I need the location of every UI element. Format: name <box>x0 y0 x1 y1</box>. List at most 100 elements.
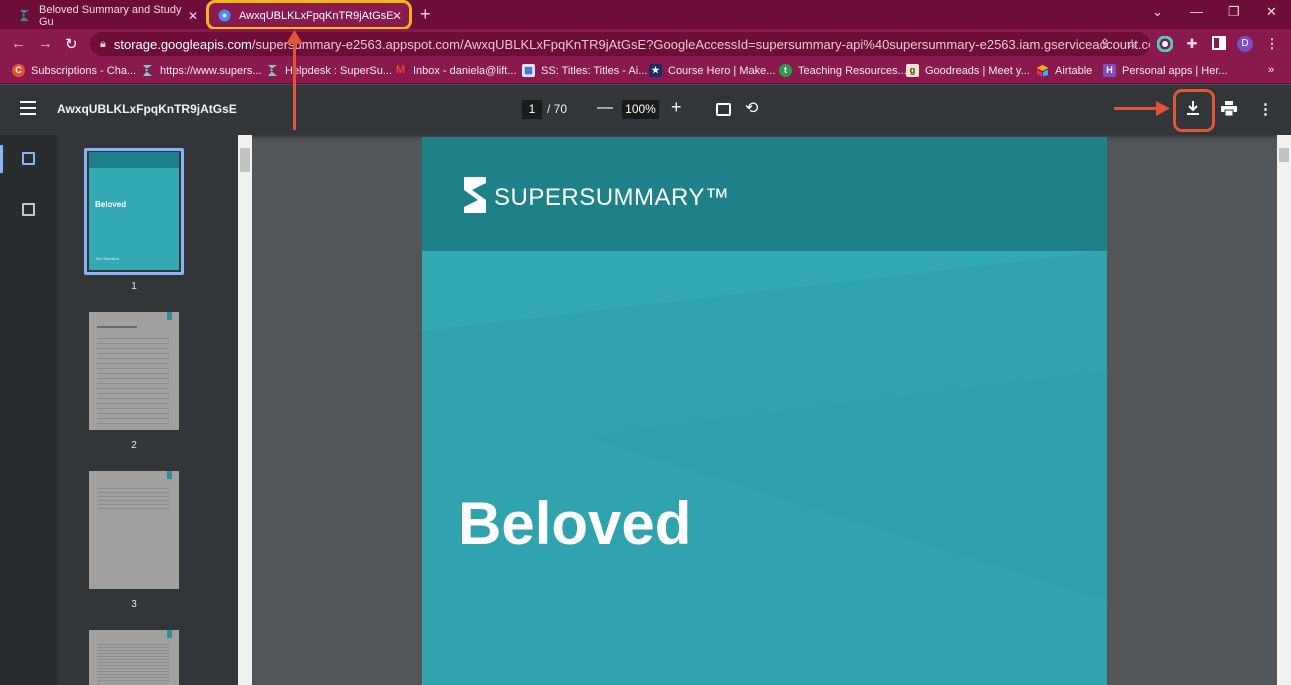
zoom-in-icon[interactable]: + <box>671 97 682 118</box>
forward-icon[interactable]: → <box>38 35 53 52</box>
address-bar[interactable]: 🔒︎ storage.googleapis.com/supersummary-e… <box>90 32 1150 56</box>
new-tab-button[interactable]: + <box>420 4 431 25</box>
pdf-page-cover: SUPERSUMMARY™ Beloved <box>422 137 1107 685</box>
tab-title: AwxqUBLKLxFpqKnTR9jAtGsE <box>239 9 394 22</box>
tab-title: Beloved Summary and Study Gu <box>39 3 182 28</box>
outline-view-icon[interactable] <box>22 203 35 216</box>
heroku-icon: H <box>1103 64 1116 77</box>
thumbnail-page-number: 1 <box>131 281 137 292</box>
thumbnail-page-2[interactable] <box>89 312 179 430</box>
print-icon[interactable] <box>1221 101 1237 119</box>
book-title: Beloved <box>458 490 692 557</box>
thumbnail-page-3[interactable] <box>89 471 179 589</box>
bookmarks-overflow-button[interactable]: » <box>1268 64 1274 76</box>
sidebar-rail <box>0 135 58 685</box>
lock-icon: 🔒︎ <box>100 37 106 50</box>
bookmark-label: SS: Titles: Titles - Ai... <box>541 64 648 77</box>
tab-beloved-summary[interactable]: Beloved Summary and Study Gu ✕ <box>8 2 206 29</box>
url-host: storage.googleapis.com <box>113 36 252 52</box>
thumbnail-cover: Beloved Toni Morrison <box>89 152 179 270</box>
more-options-icon[interactable]: ⋮ <box>1258 100 1273 118</box>
profile-avatar[interactable]: D <box>1237 36 1253 52</box>
tab-strip: Beloved Summary and Study Gu ✕ AwxqUBLKL… <box>0 0 1291 30</box>
tab-pdf-active[interactable]: AwxqUBLKLxFpqKnTR9jAtGsE ✕ <box>208 2 410 29</box>
supersummary-logo-icon <box>464 177 486 213</box>
pdf-toolbar: AwxqUBLKLxFpqKnTR9jAtGsE 1 / 70 — 100% +… <box>0 85 1291 135</box>
airtable-base-icon: ▦ <box>522 64 535 77</box>
page-number-input[interactable]: 1 <box>522 100 542 119</box>
rotate-icon[interactable]: ⟲ <box>745 98 758 118</box>
bookmark-label: Helpdesk : SuperSu... <box>285 64 393 77</box>
thumbnail-page <box>89 471 179 589</box>
bookmark-label: Inbox - daniela@lift... <box>413 64 517 77</box>
bookmarks-bar: C Subscriptions - Cha... https://www.sup… <box>0 59 1291 84</box>
bookmark-personal-apps[interactable]: H Personal apps | Her... <box>1103 64 1228 77</box>
thumbnail-scrollbar-thumb[interactable] <box>240 148 250 172</box>
pdf-favicon-icon <box>218 9 231 22</box>
supersummary-favicon-icon <box>266 64 279 77</box>
page-total: / 70 <box>547 102 568 116</box>
thumbnail-book-title: Beloved <box>95 200 127 209</box>
bookmark-goodreads[interactable]: g Goodreads | Meet y... <box>906 64 1030 77</box>
document-scrollbar[interactable] <box>1277 135 1291 685</box>
url-path: /supersummary-e2563.appspot.com/AwxqUBLK… <box>251 36 1150 52</box>
bookmark-subscriptions[interactable]: C Subscriptions - Cha... <box>12 64 136 77</box>
goodreads-icon: g <box>906 64 919 77</box>
cover-background-shapes <box>422 251 1107 685</box>
share-icon[interactable]: ⇪ <box>1097 36 1113 52</box>
hamburger-menu-icon[interactable] <box>20 101 36 115</box>
download-icon[interactable] <box>1186 100 1200 120</box>
supersummary-favicon-icon <box>141 64 154 77</box>
bookmark-label: Teaching Resources... <box>798 64 907 77</box>
gmail-icon: M <box>395 64 406 76</box>
pdf-title: AwxqUBLKLxFpqKnTR9jAtGsE <box>57 102 237 116</box>
course-hero-icon: ★ <box>649 64 662 77</box>
supersummary-favicon-icon <box>18 9 31 22</box>
zoom-level-input[interactable]: 100% <box>622 100 659 119</box>
bookmark-label: Personal apps | Her... <box>1122 64 1228 77</box>
bookmark-label: Course Hero | Make... <box>668 64 776 77</box>
bookmark-airtable[interactable]: Airtable <box>1036 64 1092 77</box>
minimize-icon[interactable]: — <box>1190 4 1203 19</box>
thumbnail-page <box>89 630 179 685</box>
browser-toolbar: ← → ↻ 🔒︎ storage.googleapis.com/supersum… <box>0 29 1291 59</box>
thumbnail-author: Toni Morrison <box>95 256 120 261</box>
fit-to-page-icon[interactable] <box>716 103 731 116</box>
bookmark-teaching-resources[interactable]: t Teaching Resources... <box>779 64 907 77</box>
zoom-out-icon[interactable]: — <box>597 99 613 117</box>
thumbnail-page-number: 2 <box>131 440 137 451</box>
close-icon[interactable]: ✕ <box>188 9 198 23</box>
thumbnail-page <box>89 312 179 430</box>
thumbnail-page-4[interactable] <box>89 630 179 685</box>
extension-color-icon[interactable] <box>1156 35 1174 53</box>
bookmark-ss-titles[interactable]: ▦ SS: Titles: Titles - Ai... <box>522 64 647 77</box>
restore-icon[interactable]: ❐ <box>1228 4 1240 20</box>
close-icon[interactable]: ✕ <box>392 9 402 23</box>
extensions-puzzle-icon[interactable]: ✚ <box>1184 36 1200 52</box>
window-close-icon[interactable]: ✕ <box>1266 4 1277 20</box>
thumbnail-scrollbar[interactable] <box>238 135 252 685</box>
brand-wordmark: SUPERSUMMARY™ <box>494 184 730 211</box>
bookmark-helpdesk[interactable]: Helpdesk : SuperSu... <box>266 64 392 77</box>
document-scrollbar-thumb[interactable] <box>1279 148 1289 162</box>
bookmark-supersummary[interactable]: https://www.supers... <box>141 64 261 77</box>
bookmark-label: Airtable <box>1055 64 1093 77</box>
bookmark-course-hero[interactable]: ★ Course Hero | Make... <box>649 64 775 77</box>
reload-icon[interactable]: ↻ <box>65 35 78 53</box>
bookmark-favicon-icon: C <box>12 64 25 77</box>
tpt-icon: t <box>779 64 792 77</box>
browser-menu-icon[interactable]: ⋮ <box>1264 36 1280 52</box>
thumbnails-view-icon[interactable] <box>22 152 35 165</box>
side-panel-icon[interactable] <box>1211 36 1227 52</box>
bookmark-gmail-inbox[interactable]: M Inbox - daniela@lift... <box>394 64 517 77</box>
thumbnail-page-number: 3 <box>131 599 137 610</box>
tab-search-icon[interactable]: ⌄ <box>1152 4 1163 20</box>
bookmark-label: Goodreads | Meet y... <box>925 64 1030 77</box>
airtable-icon <box>1036 64 1049 77</box>
back-icon[interactable]: ← <box>11 35 26 52</box>
bookmark-label: Subscriptions - Cha... <box>31 64 137 77</box>
bookmark-label: https://www.supers... <box>160 64 262 77</box>
bookmark-star-icon[interactable]: ☆ <box>1124 36 1140 52</box>
sidebar-selection-indicator <box>0 145 3 173</box>
thumbnail-page-1[interactable]: Beloved Toni Morrison <box>84 148 184 275</box>
